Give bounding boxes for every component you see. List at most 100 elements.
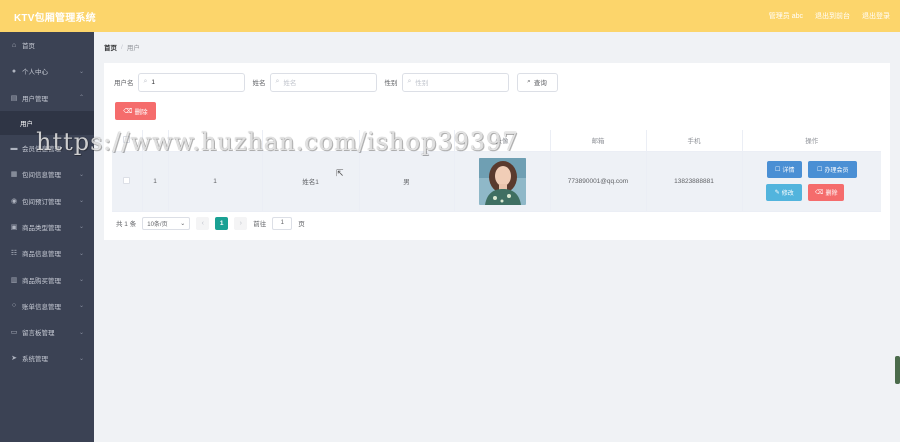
column-header-email: 邮箱 [550, 130, 647, 152]
chevron-down-icon: ⌄ [78, 224, 84, 231]
row-checkbox[interactable] [123, 176, 131, 184]
select-all-checkbox[interactable] [123, 135, 131, 143]
edit-button[interactable]: ✎ 修改 [766, 184, 803, 201]
chevron-down-icon: ⌄ [78, 198, 84, 205]
chevron-down-icon: ⌄ [180, 220, 186, 227]
chevron-down-icon: ⌄ [78, 68, 84, 75]
goto-page-input[interactable]: 1 [272, 216, 293, 230]
prev-page-button[interactable]: ‹ [196, 216, 210, 230]
row-avatar-cell [454, 151, 551, 212]
delete-label: 删除 [825, 191, 838, 197]
sidebar-item-label: 系统管理 [22, 356, 48, 364]
sidebar-item-label: 商品类型管理 [22, 224, 61, 232]
member-label: 办理会员 [824, 168, 849, 174]
edit-icon: ✎ [774, 190, 780, 196]
sidebar-item-label: 账单信息管理 [22, 303, 61, 311]
column-header [262, 130, 360, 152]
pagination: 共 1 条 10条/页 ⌄ ‹ 1 › 前往 1 页 [116, 216, 305, 230]
column-header [168, 130, 263, 152]
select-all-header[interactable] [112, 130, 143, 152]
chevron-down-icon: ⌄ [78, 145, 84, 152]
sidebar-item-user-management[interactable]: ▤ 用户管理 ⌃ [0, 85, 94, 111]
scroll-handle[interactable] [895, 356, 900, 384]
sidebar-item-label: 个人中心 [22, 69, 48, 77]
gender-input[interactable]: ⌕ 性别 [401, 72, 509, 92]
chevron-down-icon: ⌄ [78, 171, 84, 178]
name-input[interactable]: ⌕ 姓名 [269, 72, 377, 92]
sidebar-subitem-users[interactable]: 用户 [0, 110, 94, 135]
column-header-phone: 手机 [646, 130, 743, 152]
sidebar-item-member-info[interactable]: ▬ 会员信息管理 ⌄ [0, 135, 94, 161]
member-icon: ▬ [10, 144, 18, 152]
next-page-button[interactable]: › [234, 216, 248, 230]
bill-icon: ○ [11, 302, 17, 310]
sidebar-item-label: 商品购买管理 [22, 277, 61, 285]
sidebar-item-goods-info[interactable]: ☷ 商品信息管理 ⌄ [0, 240, 94, 266]
member-button[interactable]: ☐ 办理会员 [808, 161, 858, 178]
chevron-up-icon: ⌃ [78, 95, 84, 102]
pagination-total: 共 1 条 [116, 221, 137, 228]
header-links: 管理员 abc 退出到前台 退出登录 [769, 11, 890, 21]
breadcrumb-current: 用户 [126, 45, 140, 52]
sidebar-item-home[interactable]: ⌂ 首页 [0, 32, 94, 58]
detail-button[interactable]: ☐ 详情 [767, 161, 803, 178]
sidebar-item-room-booking[interactable]: ◉ 包间预订管理 ⌄ [0, 187, 94, 213]
sidebar-item-label: 包间信息管理 [22, 172, 61, 180]
breadcrumb-separator: / [121, 43, 123, 51]
top-header: KTV包厢管理系统 管理员 abc 退出到前台 退出登录 [0, 0, 900, 32]
goto-suffix: 页 [298, 221, 305, 228]
logout-link[interactable]: 退出登录 [862, 11, 890, 21]
sidebar-item-system[interactable]: ➤ 系统管理 ⌄ [0, 345, 94, 371]
content-card: 用户名 ⌕ 1 姓名 ⌕ 姓名 性别 ⌕ 性别 ⌕ 查询 ⌫ 删除 头像 邮箱 … [104, 63, 890, 240]
batch-delete-button[interactable]: ⌫ 删除 [115, 102, 156, 120]
sidebar-item-room-info[interactable]: ▦ 包间信息管理 ⌄ [0, 161, 94, 187]
row-username: 1 [168, 151, 263, 212]
sidebar-item-label: 会员信息管理 [22, 146, 61, 154]
row-gender: 男 [359, 151, 455, 212]
app-title: KTV包厢管理系统 [14, 12, 96, 24]
sidebar-item-message-board[interactable]: ▭ 留言板管理 ⌄ [0, 319, 94, 345]
username-input-value: 1 [151, 78, 156, 86]
search-form: 用户名 ⌕ 1 姓名 ⌕ 姓名 性别 ⌕ 性别 ⌕ 查询 [114, 72, 558, 92]
sidebar-item-goods-category[interactable]: ▣ 商品类型管理 ⌄ [0, 214, 94, 240]
breadcrumb: 首页 / 用户 [104, 40, 140, 54]
search-icon: ⌕ [143, 78, 148, 85]
chevron-right-icon: › [239, 219, 242, 227]
admin-user-link[interactable]: 管理员 abc [769, 11, 803, 21]
row-actions-cell: ☐ 详情 ☐ 办理会员 ✎ 修改 ⌫ 删除 [742, 151, 881, 212]
chevron-down-icon: ⌄ [78, 250, 84, 257]
delete-button[interactable]: ⌫ 删除 [808, 184, 845, 201]
search-icon: ⌕ [527, 78, 531, 85]
row-index: 1 [142, 151, 169, 212]
breadcrumb-home[interactable]: 首页 [104, 42, 117, 52]
page-number-button[interactable]: 1 [215, 216, 229, 230]
username-label: 用户名 [114, 80, 134, 87]
sidebar-item-label: 商品信息管理 [22, 251, 61, 259]
sidebar-item-profile[interactable]: ● 个人中心 ⌄ [0, 58, 94, 84]
row-email: 773890001@qq.com [550, 151, 647, 212]
chevron-left-icon: ‹ [201, 219, 204, 227]
page-size-select[interactable]: 10条/页 ⌄ [142, 216, 191, 230]
trash-icon: ⌫ [123, 108, 133, 115]
column-header-actions: 操作 [742, 130, 881, 152]
member-icon: ☐ [817, 167, 823, 173]
sidebar-item-label: 包间预订管理 [22, 198, 61, 206]
name-input-placeholder: 姓名 [283, 80, 297, 87]
exit-to-frontend-link[interactable]: 退出到前台 [815, 11, 850, 21]
booking-icon: ◉ [10, 197, 18, 205]
users-icon: ▤ [10, 94, 18, 102]
sidebar-item-bill-info[interactable]: ○ 账单信息管理 ⌄ [0, 293, 94, 319]
chevron-down-icon: ⌄ [78, 329, 84, 336]
edit-label: 修改 [781, 191, 794, 197]
search-button[interactable]: ⌕ 查询 [516, 72, 558, 92]
username-input[interactable]: ⌕ 1 [137, 72, 245, 92]
row-phone: 13823888881 [646, 151, 743, 212]
user-icon: ● [11, 67, 17, 75]
user-table: 头像 邮箱 手机 操作 1 1 姓名1 男 773890001@qq.com 1… [112, 130, 881, 212]
sidebar-item-label: 首页 [22, 43, 35, 51]
trash-icon: ⌫ [815, 190, 824, 196]
chevron-down-icon: ⌄ [78, 277, 84, 284]
gender-input-placeholder: 性别 [415, 80, 429, 87]
page-size-value: 10条/页 [147, 221, 168, 228]
sidebar-item-goods-purchase[interactable]: ▥ 商品购买管理 ⌄ [0, 266, 94, 292]
